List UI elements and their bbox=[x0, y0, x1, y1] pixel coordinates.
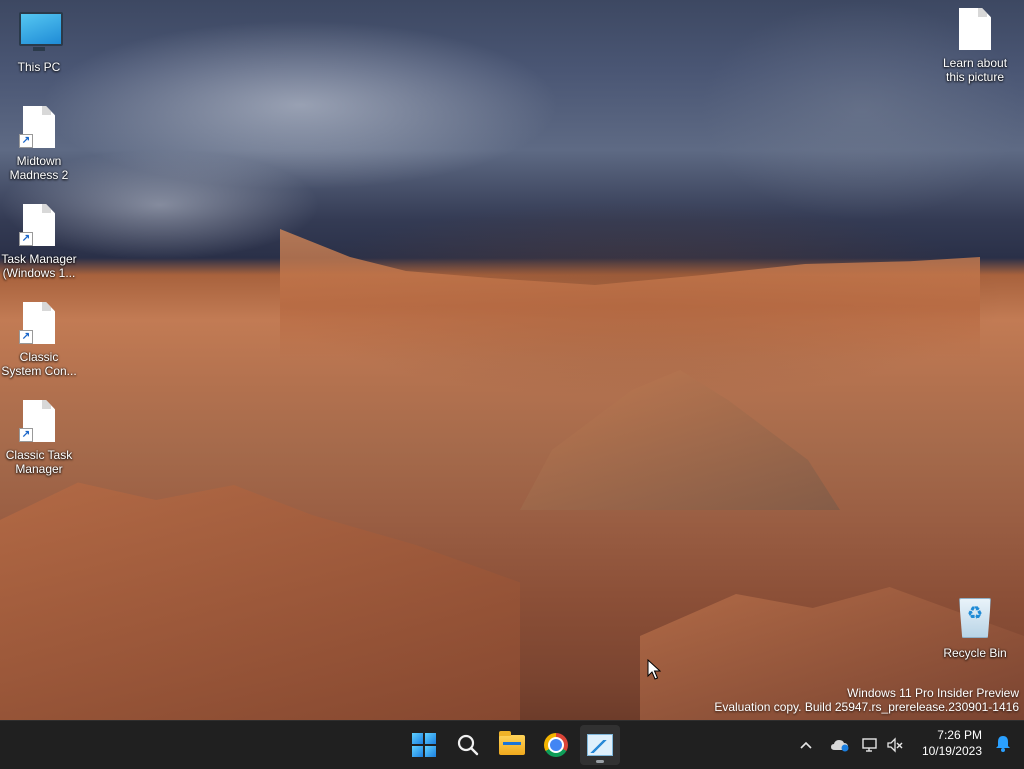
shortcut-arrow-icon: ↗ bbox=[19, 232, 33, 246]
clock-time: 7:26 PM bbox=[937, 728, 982, 742]
desktop-icon-recycle-bin[interactable]: ♻ Recycle Bin bbox=[936, 598, 1014, 660]
desktop-icon-label: This PC bbox=[17, 60, 61, 74]
windows-logo-icon bbox=[412, 733, 436, 757]
desktop-icon-label: Task Manager (Windows 1... bbox=[1, 252, 77, 280]
shortcut-arrow-icon: ↗ bbox=[19, 330, 33, 344]
wallpaper-hill bbox=[0, 482, 520, 720]
desktop-icon-label: Midtown Madness 2 bbox=[9, 154, 69, 182]
mouse-cursor-icon bbox=[647, 659, 661, 680]
file-shortcut-icon: ↗ bbox=[19, 400, 59, 444]
shortcut-arrow-icon: ↗ bbox=[19, 134, 33, 148]
shortcut-arrow-icon: ↗ bbox=[19, 428, 33, 442]
desktop-icon-classic-task-manager[interactable]: ↗ Classic Task Manager bbox=[0, 400, 78, 476]
clock-date: 10/19/2023 bbox=[921, 744, 982, 758]
desktop-icon-label: Classic System Con... bbox=[1, 350, 77, 378]
network-icon[interactable] bbox=[856, 737, 884, 753]
taskbar: 7:26 PM 10/19/2023 bbox=[0, 720, 1024, 769]
start-button[interactable] bbox=[404, 725, 444, 765]
desktop-wallpaper bbox=[0, 0, 1024, 720]
desktop-icon-label: Classic Task Manager bbox=[5, 448, 73, 476]
desktop-icon-classic-system-config[interactable]: ↗ Classic System Con... bbox=[0, 302, 78, 378]
notification-bell-icon[interactable] bbox=[994, 734, 1012, 757]
system-tray bbox=[794, 721, 906, 769]
recycle-bin-icon: ♻ bbox=[955, 598, 995, 642]
this-pc-icon bbox=[19, 12, 63, 56]
recycle-glyph: ♻ bbox=[966, 603, 984, 623]
chrome-icon bbox=[544, 733, 568, 757]
file-icon bbox=[955, 8, 995, 52]
desktop-icon-learn-about-picture[interactable]: Learn about this picture bbox=[936, 8, 1014, 84]
search-button[interactable] bbox=[448, 725, 488, 765]
desktop-icon-label: Learn about this picture bbox=[942, 56, 1008, 84]
wallpaper-cliff bbox=[280, 229, 980, 362]
running-indicator bbox=[596, 760, 604, 763]
folder-icon bbox=[499, 731, 525, 755]
watermark-line-1: Windows 11 Pro Insider Preview bbox=[847, 686, 1019, 700]
chrome-button[interactable] bbox=[536, 725, 576, 765]
file-shortcut-icon: ↗ bbox=[19, 204, 59, 248]
task-manager-icon bbox=[587, 734, 613, 756]
desktop-icon-midtown-madness-2[interactable]: ↗ Midtown Madness 2 bbox=[0, 106, 78, 182]
file-shortcut-icon: ↗ bbox=[19, 106, 59, 150]
wallpaper-peak bbox=[520, 370, 840, 510]
desktop-icon-task-manager[interactable]: ↗ Task Manager (Windows 1... bbox=[0, 204, 78, 280]
chevron-up-icon bbox=[800, 741, 812, 749]
desktop-icon-this-pc[interactable]: This PC bbox=[0, 8, 78, 74]
task-manager-button[interactable] bbox=[580, 725, 620, 765]
file-explorer-button[interactable] bbox=[492, 725, 532, 765]
evaluation-watermark: Windows 11 Pro Insider Preview Evaluatio… bbox=[714, 686, 1019, 714]
onedrive-icon[interactable] bbox=[824, 738, 856, 752]
volume-muted-icon[interactable] bbox=[884, 737, 906, 753]
desktop-icon-label: Recycle Bin bbox=[943, 646, 1007, 660]
clock[interactable]: 7:26 PM 10/19/2023 bbox=[922, 727, 982, 759]
search-icon bbox=[457, 734, 479, 756]
show-hidden-icons-button[interactable] bbox=[794, 741, 818, 749]
file-shortcut-icon: ↗ bbox=[19, 302, 59, 346]
watermark-line-2: Evaluation copy. Build 25947.rs_prerelea… bbox=[714, 700, 1019, 714]
